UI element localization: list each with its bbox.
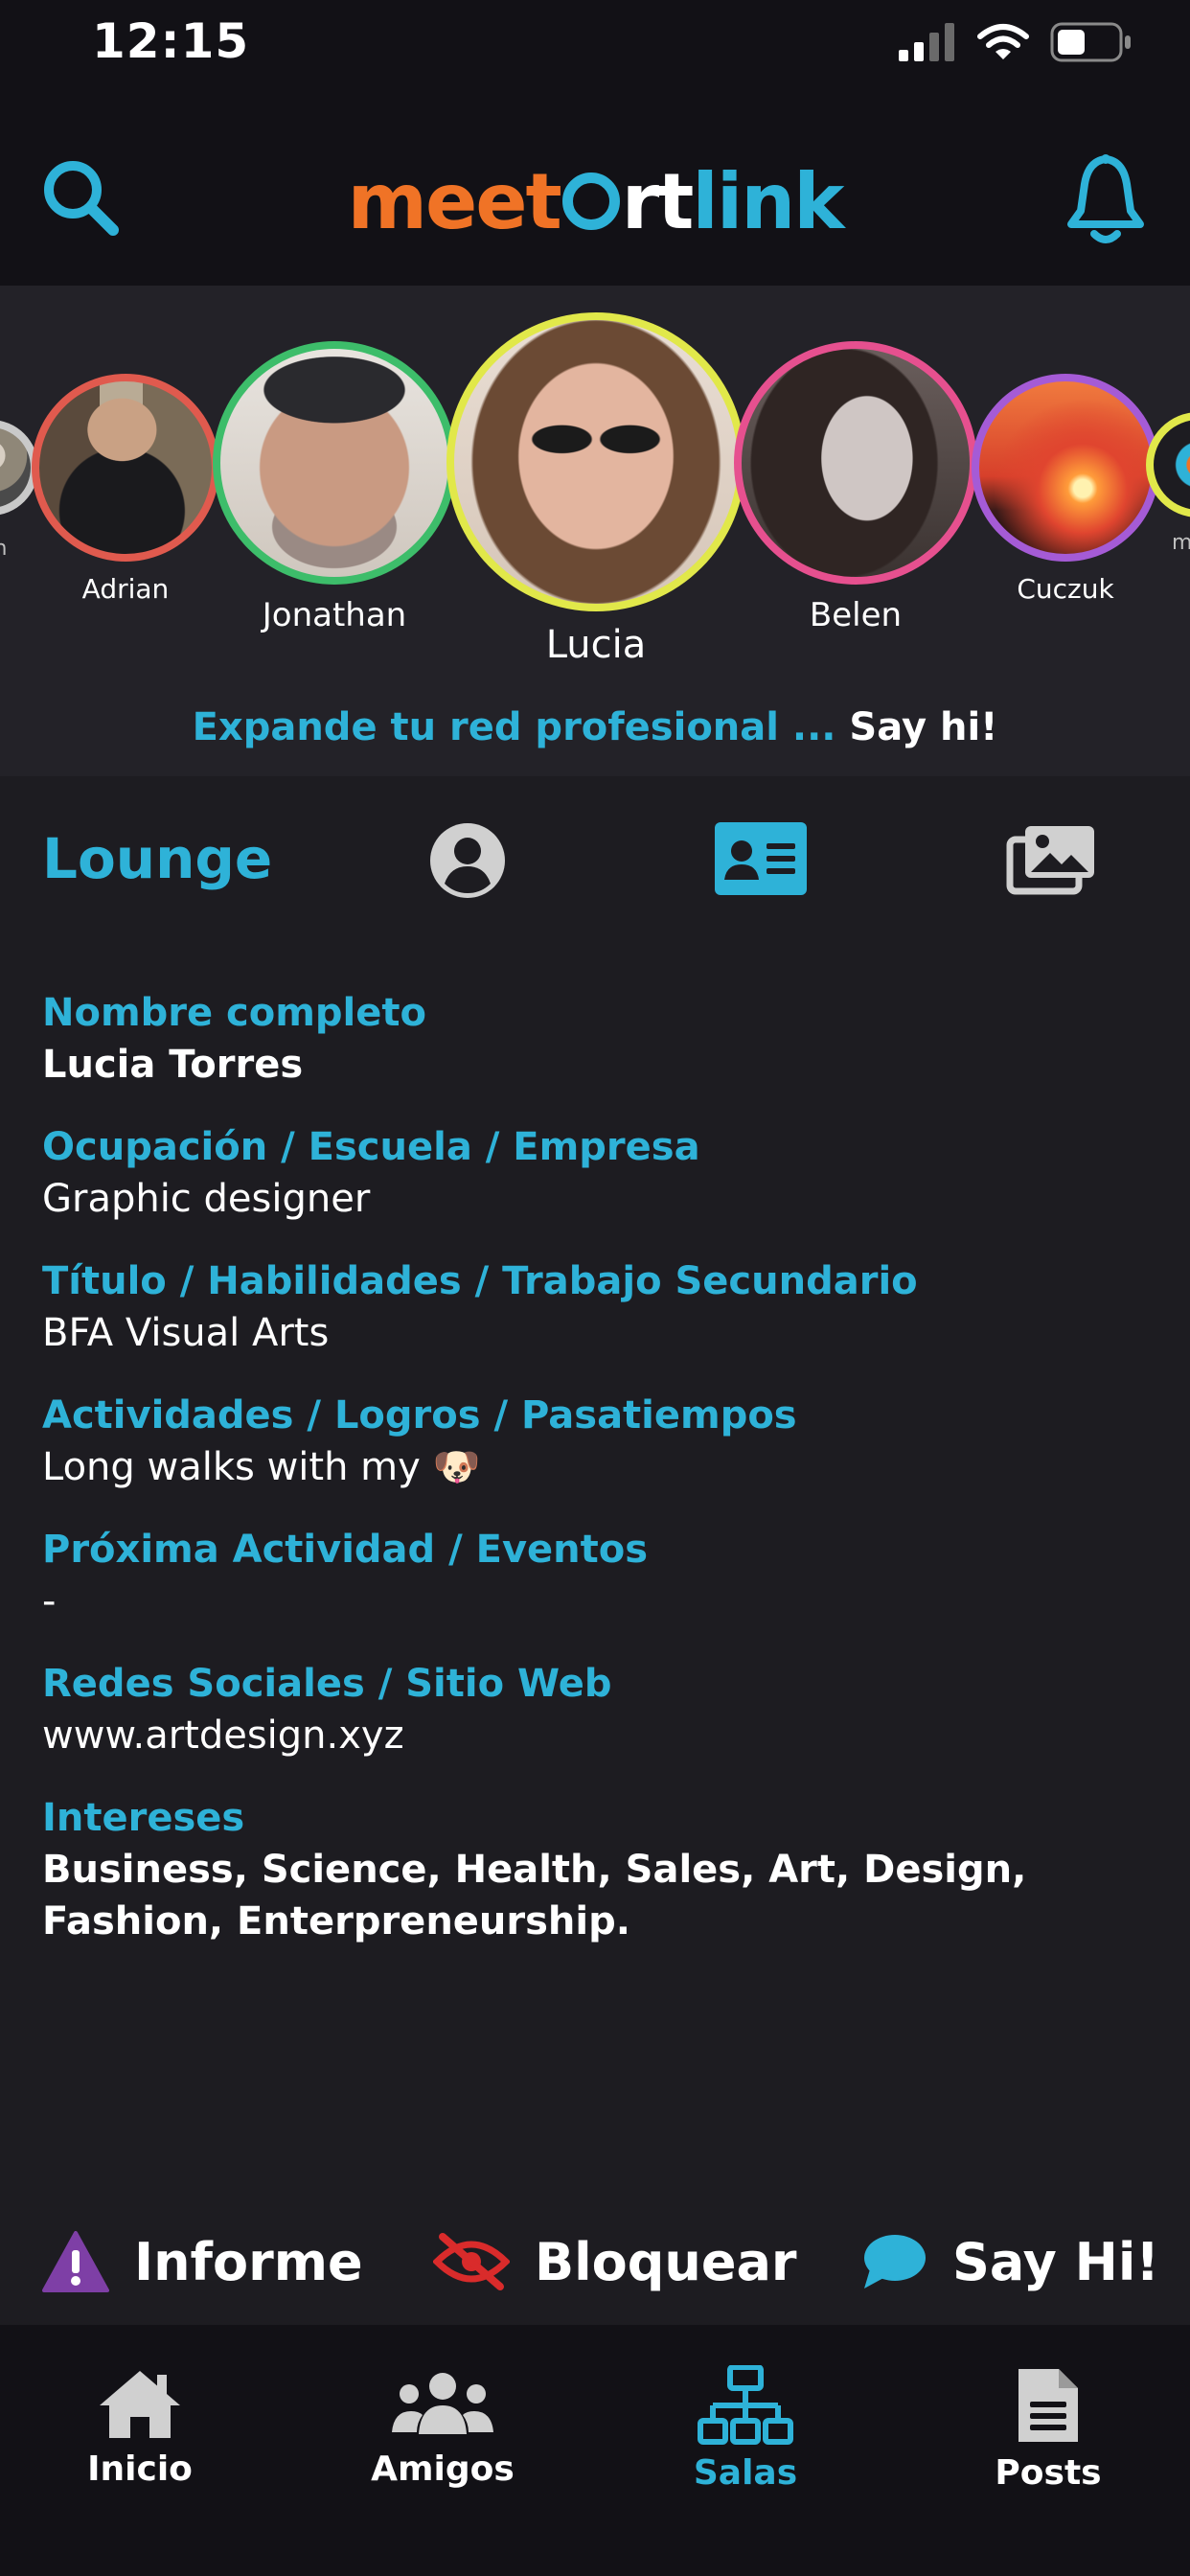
- user-circle-icon: [430, 823, 505, 898]
- status-icons: [899, 21, 1133, 63]
- story-item-cuczuk[interactable]: Cuczuk: [972, 374, 1159, 605]
- logo-part-art: rt: [621, 157, 695, 246]
- field-value: Business, Science, Health, Sales, Art, D…: [42, 1848, 1027, 1944]
- field-label: Título / Habilidades / Trabajo Secundari…: [42, 1259, 918, 1303]
- field-next-events: Próxima Actividad / Eventos -: [42, 1524, 1154, 1627]
- story-ring: [213, 341, 456, 585]
- battery-icon: [1050, 22, 1131, 62]
- nav-posts[interactable]: Posts: [943, 2365, 1154, 2493]
- lounge-title[interactable]: Lounge: [42, 826, 272, 891]
- stories-carousel[interactable]: ...n Adrian Jonathan Lucia Belen Cuczuk: [0, 286, 1190, 776]
- field-label: Nombre completo: [42, 991, 426, 1035]
- block-button[interactable]: Bloquear: [433, 2223, 797, 2300]
- field-social-web: Redes Sociales / Sitio Web www.artdesign…: [42, 1658, 1154, 1761]
- logo-part-meet: meet: [347, 157, 562, 246]
- home-icon: [100, 2371, 180, 2438]
- field-value: Graphic designer: [42, 1177, 371, 1221]
- nav-friends[interactable]: Amigos: [337, 2365, 548, 2489]
- nav-home[interactable]: Inicio: [34, 2365, 245, 2489]
- story-ring: [734, 341, 977, 585]
- report-button[interactable]: Informe: [42, 2223, 363, 2300]
- story-ring: [446, 312, 745, 611]
- block-label: Bloquear: [535, 2231, 797, 2292]
- tagline-text: Expande tu red profesional ...: [192, 705, 850, 749]
- story-item-jonathan[interactable]: Jonathan: [213, 341, 456, 634]
- field-label: Intereses: [42, 1796, 245, 1840]
- story-ring: [32, 374, 219, 562]
- tab-profile[interactable]: [427, 820, 508, 905]
- field-value: Long walks with my 🐶: [42, 1445, 481, 1489]
- field-label: Actividades / Logros / Pasatiempos: [42, 1393, 797, 1438]
- document-icon: [1018, 2369, 1078, 2442]
- say-hi-label: Say Hi!: [952, 2231, 1159, 2292]
- story-item-lucia[interactable]: Lucia: [446, 312, 745, 696]
- report-label: Informe: [134, 2231, 363, 2292]
- field-label: Próxima Actividad / Eventos: [42, 1528, 649, 1572]
- nav-home-label: Inicio: [87, 2450, 193, 2489]
- field-value[interactable]: www.artdesign.xyz: [42, 1710, 1154, 1761]
- profile-actions: Informe Bloquear Say Hi!: [0, 2204, 1190, 2319]
- bottom-nav: Inicio Amigos Salas Posts: [0, 2325, 1190, 2576]
- profile-fields: Nombre completo Lucia Torres Ocupación /…: [42, 987, 1154, 1978]
- story-item-adrian[interactable]: Adrian: [32, 374, 219, 605]
- say-hi-button[interactable]: Say Hi!: [862, 2223, 1159, 2300]
- story-avatar: [1154, 420, 1190, 510]
- tab-id-card[interactable]: [715, 822, 807, 899]
- story-avatar: [454, 320, 738, 604]
- sitemap-icon: [698, 2365, 793, 2445]
- tab-gallery[interactable]: [1006, 822, 1098, 899]
- field-value: -: [42, 1579, 57, 1623]
- app-logo: meet rtlink: [0, 157, 1190, 246]
- warning-icon: [42, 2231, 109, 2292]
- nav-posts-label: Posts: [995, 2453, 1102, 2493]
- field-value: Lucia Torres: [42, 1043, 304, 1087]
- story-avatar: [979, 381, 1152, 554]
- field-title-skills: Título / Habilidades / Trabajo Secundari…: [42, 1255, 1154, 1359]
- nav-friends-label: Amigos: [371, 2450, 515, 2489]
- story-avatar: [0, 427, 31, 508]
- profile-tabs: Lounge: [0, 778, 1190, 941]
- status-time: 12:15: [92, 13, 250, 69]
- nav-rooms[interactable]: Salas: [640, 2365, 851, 2493]
- field-activities: Actividades / Logros / Pasatiempos Long …: [42, 1390, 1154, 1493]
- status-bar: 12:15: [0, 0, 1190, 96]
- field-occupation: Ocupación / Escuela / Empresa Graphic de…: [42, 1121, 1154, 1225]
- story-avatar: [220, 349, 448, 577]
- field-value: BFA Visual Arts: [42, 1311, 330, 1355]
- story-ring: [1146, 412, 1190, 518]
- users-icon: [392, 2373, 493, 2434]
- logo-ring-icon: [561, 172, 620, 230]
- cellular-signal-icon: [899, 23, 954, 61]
- field-full-name: Nombre completo Lucia Torres: [42, 987, 1154, 1091]
- field-interests: Intereses Business, Science, Health, Sal…: [42, 1792, 1154, 1947]
- story-avatar: [742, 349, 970, 577]
- eye-slash-icon: [433, 2233, 510, 2290]
- images-icon: [1006, 826, 1094, 895]
- story-name: Cuczuk: [1017, 573, 1114, 605]
- nav-rooms-label: Salas: [693, 2453, 798, 2493]
- bell-icon: [1067, 154, 1144, 243]
- wifi-icon: [977, 24, 1029, 59]
- chat-bubble-icon: [864, 2235, 926, 2288]
- tagline-cta[interactable]: Say hi!: [849, 705, 997, 749]
- logo-part-link: link: [692, 157, 844, 246]
- story-item[interactable]: me...: [1146, 412, 1190, 565]
- app-header: meet rtlink: [0, 96, 1190, 286]
- field-label: Ocupación / Escuela / Empresa: [42, 1125, 700, 1169]
- id-card-icon: [715, 822, 807, 895]
- field-label: Redes Sociales / Sitio Web: [42, 1662, 612, 1706]
- network-tagline[interactable]: Expande tu red profesional ... Say hi!: [0, 705, 1190, 749]
- story-name: me...: [1172, 531, 1190, 555]
- story-avatar: [39, 381, 212, 554]
- notifications-button[interactable]: [1060, 151, 1152, 247]
